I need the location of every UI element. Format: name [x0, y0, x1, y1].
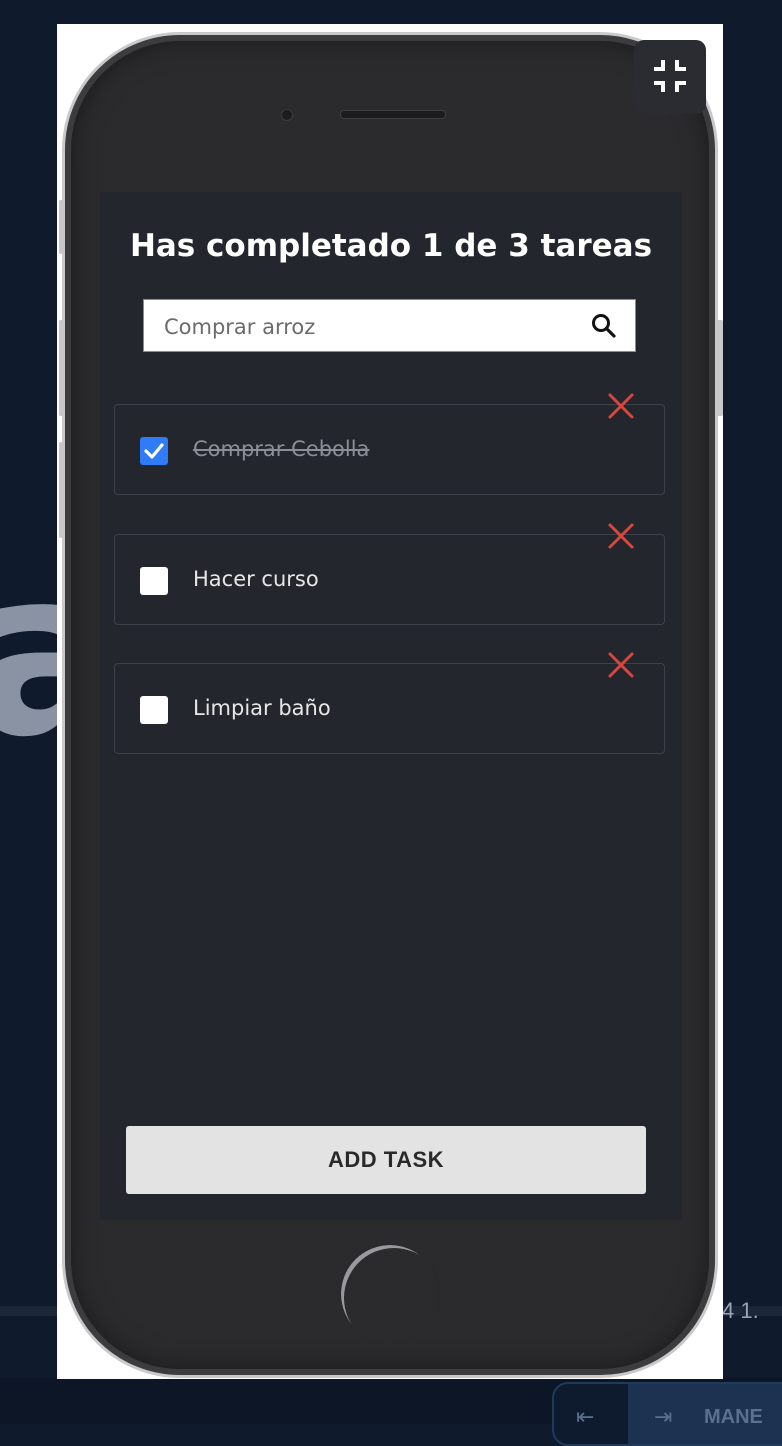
- task-label: Limpiar baño: [193, 696, 331, 720]
- phone-volume-down: [59, 442, 65, 538]
- task-checkbox[interactable]: [140, 437, 168, 465]
- close-icon[interactable]: [606, 650, 636, 680]
- search-box: [143, 299, 636, 353]
- first-page-button[interactable]: ⇤: [554, 1384, 628, 1444]
- task-label: Comprar Cebolla: [193, 437, 370, 461]
- close-icon[interactable]: [606, 391, 636, 421]
- add-task-button[interactable]: ADD TASK: [126, 1126, 646, 1194]
- phone-home-button[interactable]: [339, 1243, 441, 1345]
- arrow-right-bar-icon: ⇥: [654, 1404, 673, 1429]
- search-input[interactable]: [162, 300, 566, 353]
- collapse-icon: [654, 60, 686, 92]
- page-title: Has completado 1 de 3 tareas: [129, 228, 653, 264]
- check-icon: [144, 443, 164, 459]
- collapse-button[interactable]: [634, 40, 706, 114]
- task-checkbox[interactable]: [140, 567, 168, 595]
- task-item: Limpiar baño: [114, 652, 665, 754]
- task-item: Comprar Cebolla: [114, 393, 665, 495]
- close-icon[interactable]: [606, 521, 636, 551]
- arrow-left-bar-icon: ⇤: [576, 1404, 595, 1429]
- task-label: Hacer curso: [193, 567, 319, 591]
- task-item: Hacer curso: [114, 523, 665, 625]
- phone-volume-up: [59, 320, 65, 416]
- background-numbers: 4 1.: [722, 1298, 759, 1323]
- phone-power-button: [717, 320, 723, 416]
- search-icon[interactable]: [591, 313, 617, 339]
- phone-speaker: [340, 110, 446, 119]
- phone-camera: [281, 109, 293, 121]
- task-checkbox[interactable]: [140, 696, 168, 724]
- control-label: MANE: [704, 1406, 763, 1428]
- background-controls[interactable]: ⇤ ⇥ MANE: [552, 1382, 782, 1446]
